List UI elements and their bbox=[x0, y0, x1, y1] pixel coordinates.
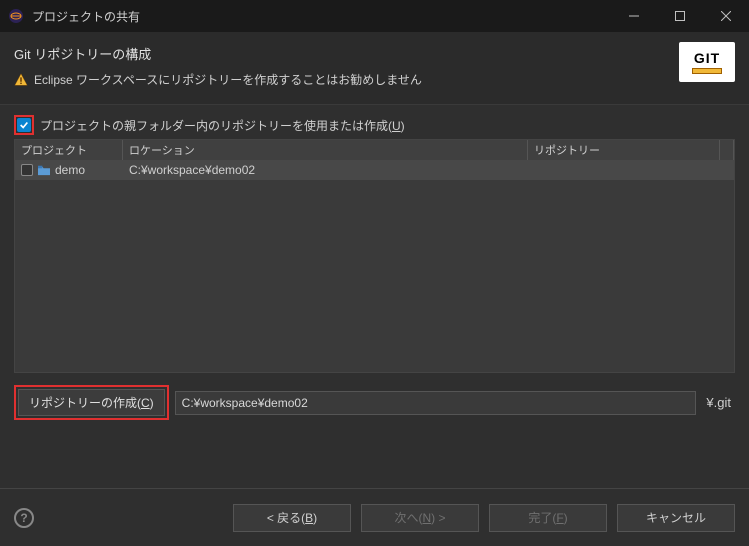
cell-project-text: demo bbox=[55, 163, 85, 177]
titlebar: プロジェクトの共有 bbox=[0, 0, 749, 32]
back-button[interactable]: < 戻る(B) bbox=[233, 504, 351, 532]
col-project[interactable]: プロジェクト bbox=[15, 140, 123, 160]
repo-path-input[interactable] bbox=[175, 391, 697, 415]
minimize-button[interactable] bbox=[611, 0, 657, 32]
create-repo-button[interactable]: リポジトリーの作成(C) bbox=[18, 389, 165, 416]
table-header: プロジェクト ロケーション リポジトリー bbox=[15, 140, 734, 160]
cancel-button[interactable]: キャンセル bbox=[617, 504, 735, 532]
window-title: プロジェクトの共有 bbox=[32, 8, 611, 25]
col-filler bbox=[720, 140, 734, 160]
dialog-header: Git リポジトリーの構成 Eclipse ワークスペースにリポジトリーを作成す… bbox=[0, 32, 749, 105]
folder-icon bbox=[37, 164, 51, 176]
cell-location: C:¥workspace¥demo02 bbox=[123, 161, 542, 179]
col-location[interactable]: ロケーション bbox=[123, 140, 528, 160]
use-parent-folder-label[interactable]: プロジェクトの親フォルダー内のリポジトリーを使用または作成(U) bbox=[40, 117, 405, 134]
highlight-create-button: リポジトリーの作成(C) bbox=[14, 385, 169, 420]
repo-suffix: ¥.git bbox=[702, 395, 735, 410]
col-repository[interactable]: リポジトリー bbox=[528, 140, 720, 160]
check-icon bbox=[19, 120, 29, 130]
git-badge: GIT bbox=[679, 42, 735, 82]
warning-row: Eclipse ワークスペースにリポジトリーを作成することはお勧めしません bbox=[14, 71, 735, 88]
next-button[interactable]: 次へ(N) > bbox=[361, 504, 479, 532]
eclipse-icon bbox=[8, 8, 24, 24]
warning-text: Eclipse ワークスペースにリポジトリーを作成することはお勧めしません bbox=[34, 71, 422, 88]
dialog-body: プロジェクトの親フォルダー内のリポジトリーを使用または作成(U) プロジェクト … bbox=[0, 105, 749, 420]
cell-project: demo bbox=[15, 161, 123, 179]
close-button[interactable] bbox=[703, 0, 749, 32]
header-subtitle: Git リポジトリーの構成 bbox=[14, 44, 735, 63]
help-icon[interactable]: ? bbox=[14, 508, 34, 528]
use-parent-folder-checkbox[interactable] bbox=[17, 118, 31, 132]
git-badge-text: GIT bbox=[694, 50, 720, 66]
maximize-button[interactable] bbox=[657, 0, 703, 32]
dialog-footer: ? < 戻る(B) 次へ(N) > 完了(F) キャンセル bbox=[0, 488, 749, 546]
warning-icon bbox=[14, 73, 28, 87]
finish-button[interactable]: 完了(F) bbox=[489, 504, 607, 532]
table-body[interactable]: demo C:¥workspace¥demo02 bbox=[15, 160, 734, 372]
git-badge-bar bbox=[692, 68, 722, 74]
create-repo-row: リポジトリーの作成(C) ¥.git bbox=[14, 385, 735, 420]
highlight-checkbox bbox=[14, 115, 34, 135]
cell-repository bbox=[542, 168, 734, 172]
projects-table: プロジェクト ロケーション リポジトリー demo C:¥workspace¥d… bbox=[14, 139, 735, 373]
row-checkbox[interactable] bbox=[21, 164, 33, 176]
table-row[interactable]: demo C:¥workspace¥demo02 bbox=[15, 160, 734, 180]
use-parent-folder-row: プロジェクトの親フォルダー内のリポジトリーを使用または作成(U) bbox=[14, 115, 735, 135]
